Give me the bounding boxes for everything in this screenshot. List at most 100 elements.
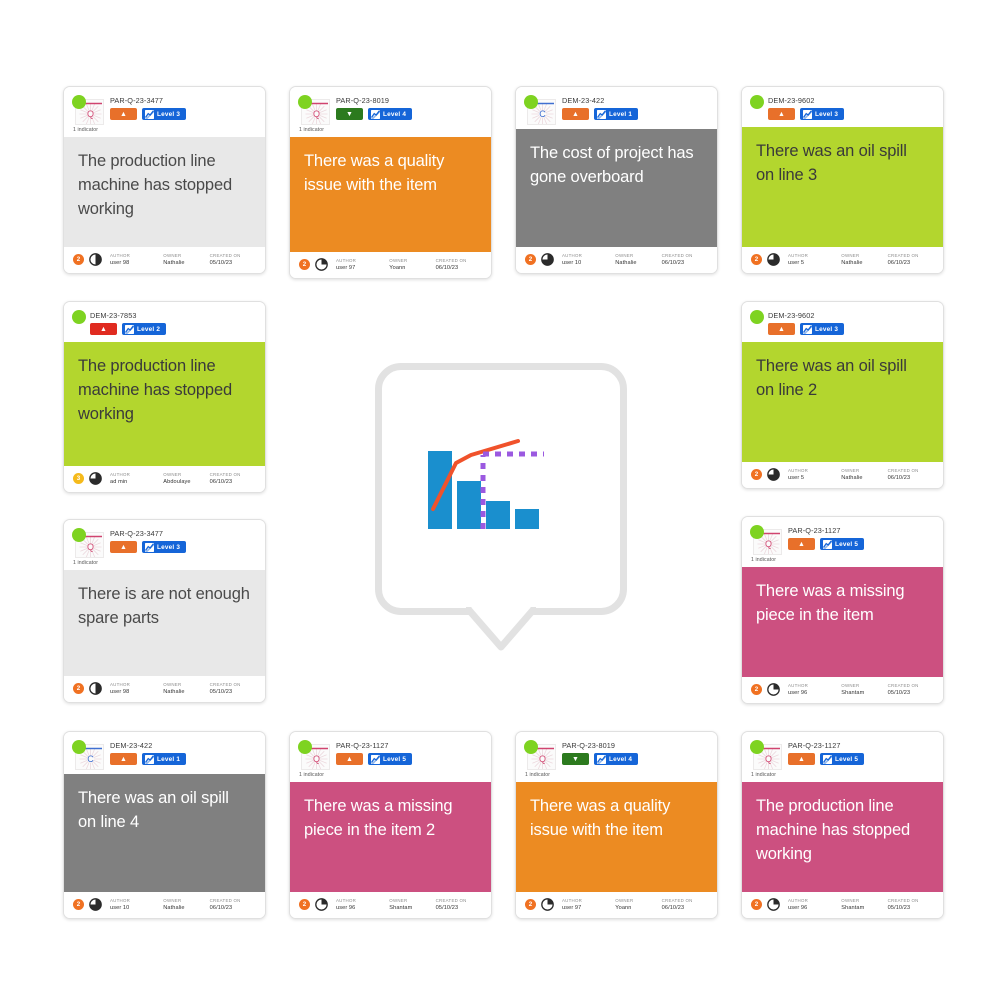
card-header: DEM-23-9602 ▲ Level 3 [742,87,943,127]
card-footer: 2 AUTHOR user 96 OWNER Shantam CREATED ON 05/1… [742,677,943,703]
level-badge[interactable]: Level 1 [142,753,187,765]
owner-value: Nathalie [163,689,185,695]
issue-card[interactable]: Q 1 indicator PAR-Q-23-3477 ▲ Level 3 The pro… [63,86,266,274]
level-badge[interactable]: Level 3 [800,108,845,120]
issue-card[interactable]: C DEM-23-422 ▲ Level 1 The cost of project h… [515,86,718,274]
level-badge-label: Level 3 [157,543,181,551]
issue-card[interactable]: Q 1 indicator PAR-Q-23-3477 ▲ Level 3 There i… [63,519,266,703]
comment-count-badge[interactable]: 2 [73,683,84,694]
priority-up-badge[interactable]: ▲ [788,538,815,550]
created-on-label: CREATED ON [887,898,919,903]
progress-pie-icon [767,253,780,266]
comment-count-badge[interactable]: 2 [751,469,762,480]
card-body[interactable]: There was an oil spill on line 4 [64,774,265,892]
card-body[interactable]: There was an oil spill on line 2 [742,342,943,462]
level-chart-icon [597,109,606,119]
level-badge[interactable]: Level 5 [820,753,865,765]
priority-up-badge[interactable]: ▲ [768,323,795,335]
progress-pie-icon [315,898,328,911]
created-on-label: CREATED ON [887,468,919,473]
card-body[interactable]: There was a quality issue with the item [516,782,717,892]
level-badge-label: Level 4 [383,110,407,118]
status-dot-icon [750,95,764,109]
level-badge[interactable]: Level 2 [122,323,167,335]
issue-card[interactable]: Q 1 indicator PAR-Q-23-1127 ▲ Level 5 There w… [289,731,492,919]
comment-count-badge[interactable]: 2 [73,254,84,265]
comment-count-badge[interactable]: 2 [73,899,84,910]
owner-label: OWNER [163,472,182,477]
card-header: DEM-23-9602 ▲ Level 3 [742,302,943,342]
owner-value: Shantam [841,905,865,911]
comment-count-badge[interactable]: 2 [525,899,536,910]
card-body[interactable]: The cost of project has gone overboard [516,129,717,247]
priority-up-badge[interactable]: ▲ [562,108,589,120]
owner-value: Nathalie [841,475,863,481]
card-body[interactable]: There was a quality issue with the item [290,137,491,252]
owner-value: Nathalie [841,260,863,266]
card-body[interactable]: There is are not enough spare parts [64,570,265,676]
progress-pie-icon [89,682,102,695]
level-badge[interactable]: Level 5 [820,538,865,550]
level-badge[interactable]: Level 3 [142,108,187,120]
card-body[interactable]: The production line machine has stopped … [64,342,265,466]
priority-up-badge[interactable]: ▲ [768,108,795,120]
author-value: user 98 [110,689,130,695]
created-on-value: 06/10/23 [887,475,911,481]
owner-label: OWNER [615,253,634,258]
author-value: user 10 [110,905,130,911]
priority-up-badge[interactable]: ▲ [788,753,815,765]
card-footer: 2 AUTHOR user 98 OWNER Nathalie CREATED ON 05/… [64,247,265,273]
issue-card[interactable]: DEM-23-9602 ▲ Level 3 There was an oil spil… [741,301,944,489]
level-badge[interactable]: Level 4 [594,753,639,765]
card-body[interactable]: The production line machine has stopped … [742,782,943,892]
card-badges: ▲ Level 2 [90,323,257,335]
issue-card[interactable]: DEM-23-9602 ▲ Level 3 There was an oil spil… [741,86,944,274]
priority-up-badge[interactable]: ▲ [336,753,363,765]
issue-card[interactable]: Q 1 indicator PAR-Q-23-8019 ▼ Level 4 There w… [515,731,718,919]
status-dot-icon [298,740,312,754]
issue-card[interactable]: C DEM-23-422 ▲ Level 1 There was an oil spil… [63,731,266,919]
level-chart-icon [145,542,154,552]
comment-count-badge[interactable]: 2 [751,899,762,910]
card-message: There was a missing piece in the item 2 [304,797,453,839]
level-badge[interactable]: Level 1 [594,108,639,120]
comment-count-badge[interactable]: 2 [299,899,310,910]
card-message: There was a missing piece in the item [756,582,905,624]
created-on-label: CREATED ON [435,898,467,903]
card-body[interactable]: There was a missing piece in the item 2 [290,782,491,892]
priority-up-badge[interactable]: ▲ [110,108,137,120]
priority-up-badge[interactable]: ▲ [110,541,137,553]
owner-label: OWNER [841,468,860,473]
comment-count-badge[interactable]: 2 [299,259,310,270]
svg-text:C: C [87,754,94,764]
level-badge[interactable]: Level 4 [368,108,413,120]
level-badge-label: Level 1 [609,110,633,118]
created-on-value: 06/10/23 [209,905,233,911]
level-badge[interactable]: Level 3 [142,541,187,553]
comment-count-badge[interactable]: 2 [751,684,762,695]
priority-up-badge[interactable]: ▲ [110,753,137,765]
owner-label: OWNER [163,682,182,687]
level-badge[interactable]: Level 3 [800,323,845,335]
comment-count-badge[interactable]: 3 [73,473,84,484]
issue-card[interactable]: Q 1 indicator PAR-Q-23-1127 ▲ Level 5 The pro… [741,731,944,919]
priority-down-badge[interactable]: ▼ [336,108,363,120]
created-on-label: CREATED ON [661,253,693,258]
card-body[interactable]: There was a missing piece in the item [742,567,943,677]
comment-count-badge[interactable]: 2 [525,254,536,265]
issue-card[interactable]: Q 1 indicator PAR-Q-23-8019 ▼ Level 4 There w… [289,86,492,279]
issue-card[interactable]: DEM-23-7853 ▲ Level 2 The production line m… [63,301,266,493]
priority-down-badge[interactable]: ▼ [562,753,589,765]
bar-chart-icon [426,429,576,549]
issue-card[interactable]: Q 1 indicator PAR-Q-23-1127 ▲ Level 5 There w… [741,516,944,704]
priority-critical-badge[interactable]: ▲ [90,323,117,335]
progress-pie-icon [767,683,780,696]
comment-count-badge[interactable]: 2 [751,254,762,265]
card-footer: 2 AUTHOR user 96 OWNER Shantam CREATED ON 05/1… [290,892,491,918]
card-body[interactable]: There was an oil spill on line 3 [742,127,943,247]
card-body[interactable]: The production line machine has stopped … [64,137,265,247]
card-badges: ▲ Level 5 [336,753,483,765]
level-badge[interactable]: Level 5 [368,753,413,765]
status-dot-icon [72,310,86,324]
created-on-label: CREATED ON [209,472,241,477]
